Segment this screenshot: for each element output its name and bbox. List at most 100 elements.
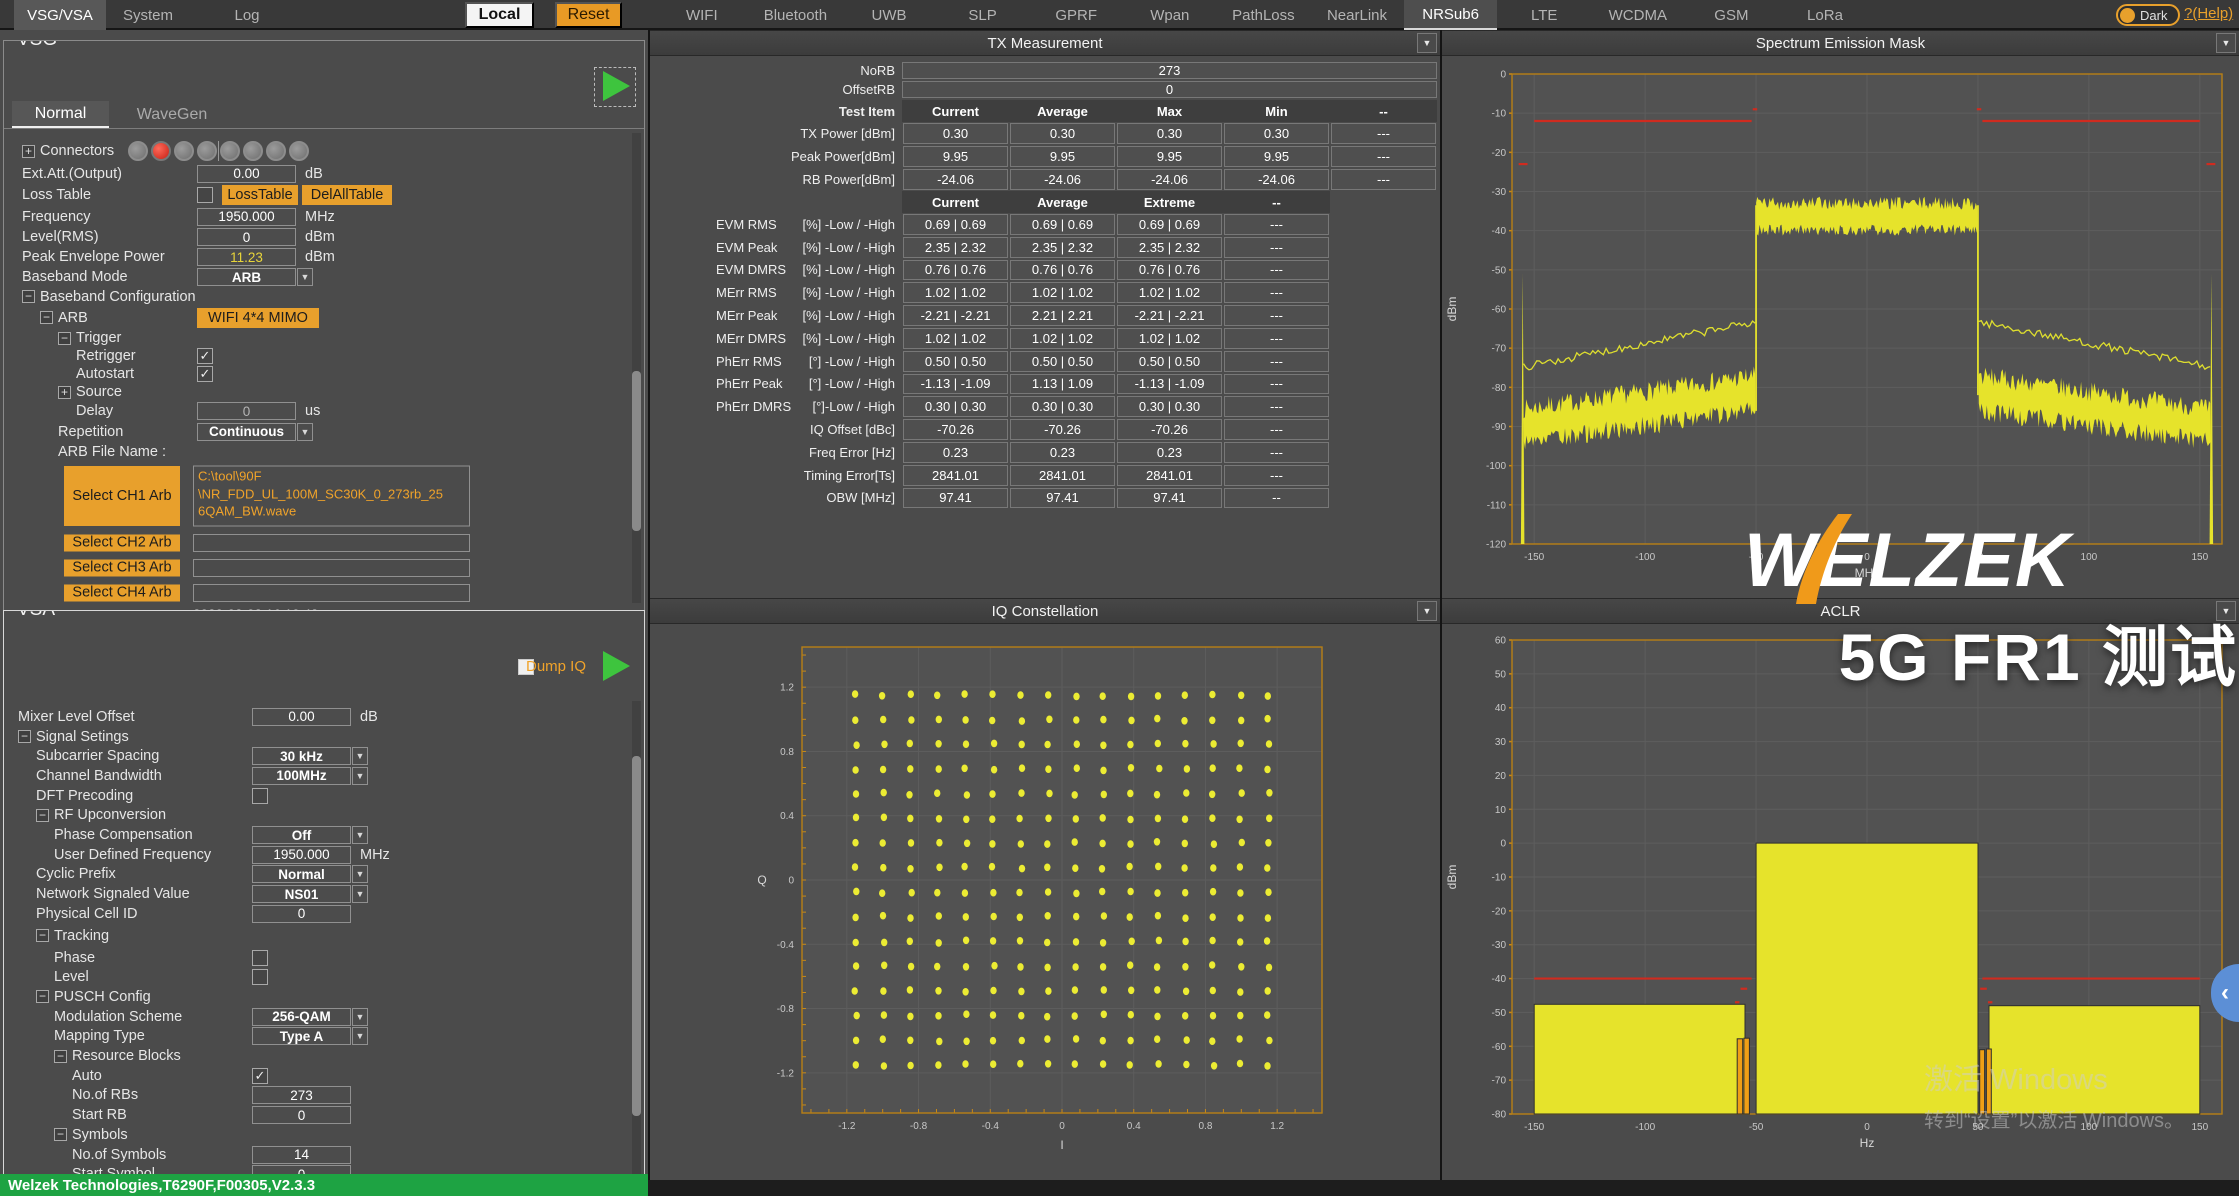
- dropdown-arrow-icon[interactable]: ▼: [352, 1027, 368, 1045]
- vsg-tab-normal[interactable]: Normal: [12, 101, 109, 128]
- tab-lte[interactable]: LTE: [1497, 0, 1591, 30]
- connector-led-1[interactable]: [128, 141, 148, 161]
- value-field-cyclic-prefix[interactable]: Normal: [252, 865, 351, 883]
- dropdown-arrow-icon[interactable]: ▼: [297, 423, 313, 441]
- menu-log[interactable]: Log: [222, 0, 272, 30]
- dark-mode-toggle[interactable]: Dark: [2116, 4, 2180, 26]
- expand-icon[interactable]: +: [58, 386, 71, 399]
- local-button[interactable]: Local: [465, 2, 534, 28]
- connector-led-2[interactable]: [151, 141, 171, 161]
- connector-led-3[interactable]: [174, 141, 194, 161]
- tx-param-offsetrb[interactable]: 0: [902, 81, 1437, 98]
- select-arb-button-select-ch1-arb[interactable]: Select CH1 Arb: [64, 466, 180, 526]
- tab-gprf[interactable]: GPRF: [1029, 0, 1123, 30]
- label-no-of-rbs: No.of RBs: [72, 1087, 138, 1103]
- dropdown-arrow-icon[interactable]: ▼: [352, 747, 368, 765]
- vsg-scrollbar-thumb[interactable]: [632, 371, 641, 531]
- dropdown-arrow-icon[interactable]: ▼: [297, 268, 313, 286]
- checkbox-retrigger[interactable]: ✓: [197, 348, 213, 364]
- value-field-baseband-mode[interactable]: ARB: [197, 268, 296, 286]
- value-field-start-rb[interactable]: 0: [252, 1106, 351, 1124]
- collapse-icon[interactable]: −: [36, 809, 49, 822]
- vsg-scrollbar-track[interactable]: [632, 133, 641, 603]
- tx-param-norb[interactable]: 273: [902, 62, 1437, 79]
- vsa-scrollbar-thumb[interactable]: [632, 756, 641, 1116]
- collapse-icon[interactable]: −: [22, 290, 35, 303]
- value-field-mixer-level-offset[interactable]: 0.00: [252, 708, 351, 726]
- tx-col-header: Average: [1009, 191, 1116, 213]
- help-link[interactable]: ?(Help): [2184, 5, 2233, 22]
- tab-bluetooth[interactable]: Bluetooth: [749, 0, 843, 30]
- reset-button[interactable]: Reset: [555, 2, 622, 28]
- value-field-no-of-symbols[interactable]: 14: [252, 1146, 351, 1164]
- connector-led-5[interactable]: [220, 141, 240, 161]
- tab-slp[interactable]: SLP: [936, 0, 1030, 30]
- value-field-subcarrier-spacing[interactable]: 30 kHz: [252, 747, 351, 765]
- value-field-physical-cell-id[interactable]: 0: [252, 905, 351, 923]
- tx-dropdown-icon[interactable]: ▼: [1417, 33, 1437, 53]
- dropdown-arrow-icon[interactable]: ▼: [352, 826, 368, 844]
- collapse-icon[interactable]: −: [58, 332, 71, 345]
- expand-icon[interactable]: +: [22, 145, 35, 158]
- dropdown-arrow-icon[interactable]: ▼: [352, 885, 368, 903]
- collapse-icon[interactable]: −: [36, 990, 49, 1003]
- svg-text:0: 0: [1500, 839, 1506, 850]
- select-arb-button-select-ch3-arb[interactable]: Select CH3 Arb: [64, 559, 180, 576]
- aclr-dropdown-icon[interactable]: ▼: [2216, 601, 2236, 621]
- arb-waveform-value[interactable]: WIFI 4*4 MIMO: [197, 308, 319, 328]
- tab-wifi[interactable]: WIFI: [655, 0, 749, 30]
- value-field-frequency[interactable]: 1950.000: [197, 208, 296, 226]
- connector-led-7[interactable]: [266, 141, 286, 161]
- value-field-user-defined-frequency[interactable]: 1950.000: [252, 846, 351, 864]
- value-field-delay[interactable]: 0: [197, 402, 296, 420]
- tab-nearlink[interactable]: NearLink: [1310, 0, 1404, 30]
- tab-uwb[interactable]: UWB: [842, 0, 936, 30]
- checkbox-loss-table[interactable]: [197, 187, 213, 203]
- vsg-play-button[interactable]: [603, 71, 630, 101]
- value-field-peak-envelope-power[interactable]: 11.23: [197, 248, 296, 266]
- sem-dropdown-icon[interactable]: ▼: [2216, 33, 2236, 53]
- tab-lora[interactable]: LoRa: [1778, 0, 1872, 30]
- connector-led-4[interactable]: [197, 141, 217, 161]
- connector-led-8[interactable]: [289, 141, 309, 161]
- value-field-no-of-rbs[interactable]: 273: [252, 1086, 351, 1104]
- value-field-mapping-type[interactable]: Type A: [252, 1027, 351, 1045]
- collapse-icon[interactable]: −: [54, 1128, 67, 1141]
- tab-nrsub6[interactable]: NRSub6: [1404, 0, 1498, 30]
- value-field-ext-att-output[interactable]: 0.00: [197, 165, 296, 183]
- checkbox-level[interactable]: [252, 969, 268, 985]
- value-field-channel-bandwidth[interactable]: 100MHz: [252, 767, 351, 785]
- iq-dropdown-icon[interactable]: ▼: [1417, 601, 1437, 621]
- collapse-icon[interactable]: −: [36, 929, 49, 942]
- dropdown-arrow-icon[interactable]: ▼: [352, 1008, 368, 1026]
- collapse-icon[interactable]: −: [18, 730, 31, 743]
- checkbox-autostart[interactable]: ✓: [197, 366, 213, 382]
- value-field-phase-compensation[interactable]: Off: [252, 826, 351, 844]
- collapse-icon[interactable]: −: [40, 311, 53, 324]
- checkbox-phase[interactable]: [252, 950, 268, 966]
- delalltable-button[interactable]: DelAllTable: [302, 185, 392, 205]
- metric-name: PhErr DMRS: [716, 399, 791, 414]
- vsa-play-button[interactable]: [603, 651, 630, 681]
- value-field-level-rms[interactable]: 0: [197, 228, 296, 246]
- value-field-network-signaled-value[interactable]: NS01: [252, 885, 351, 903]
- tab-gsm[interactable]: GSM: [1685, 0, 1779, 30]
- value-field-repetition[interactable]: Continuous: [197, 423, 296, 441]
- tab-wcdma[interactable]: WCDMA: [1591, 0, 1685, 30]
- select-arb-button-select-ch4-arb[interactable]: Select CH4 Arb: [64, 584, 180, 601]
- menu-vsg-vsa[interactable]: VSG/VSA: [14, 0, 106, 30]
- losstable-button[interactable]: LossTable: [222, 185, 298, 205]
- connector-led-6[interactable]: [243, 141, 263, 161]
- tab-wpan[interactable]: Wpan: [1123, 0, 1217, 30]
- select-arb-button-select-ch2-arb[interactable]: Select CH2 Arb: [64, 534, 180, 551]
- checkbox-auto[interactable]: ✓: [252, 1068, 268, 1084]
- value-field-modulation-scheme[interactable]: 256-QAM: [252, 1008, 351, 1026]
- vsg-tab-divider: [4, 128, 644, 129]
- dropdown-arrow-icon[interactable]: ▼: [352, 865, 368, 883]
- tab-pathloss[interactable]: PathLoss: [1217, 0, 1311, 30]
- checkbox-dft-precoding[interactable]: [252, 788, 268, 804]
- vsg-tab-wavegen[interactable]: WaveGen: [122, 101, 222, 128]
- dropdown-arrow-icon[interactable]: ▼: [352, 767, 368, 785]
- collapse-icon[interactable]: −: [54, 1050, 67, 1063]
- menu-system[interactable]: System: [112, 0, 184, 30]
